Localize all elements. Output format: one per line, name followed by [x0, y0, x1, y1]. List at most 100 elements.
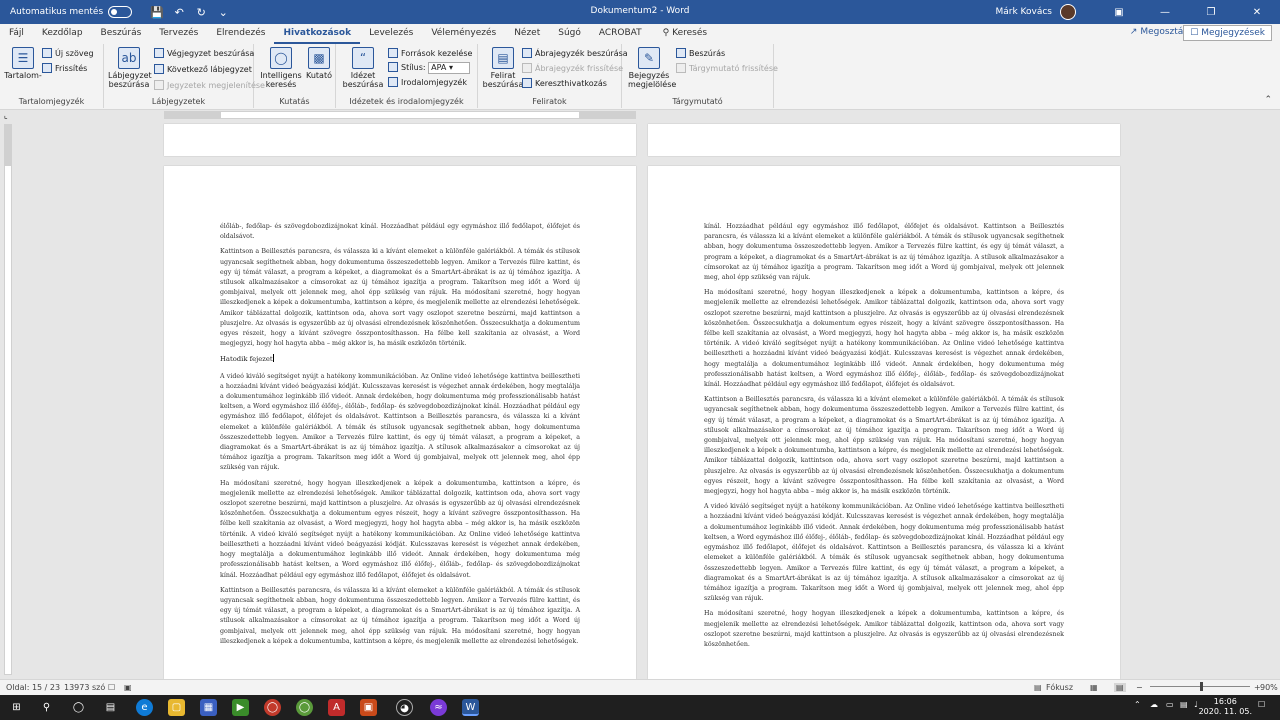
messenger-icon[interactable]: ≈	[430, 699, 447, 716]
customize-toolbar-icon[interactable]: ⌄	[212, 6, 234, 19]
collapse-ribbon-icon[interactable]: ⌃	[1264, 95, 1272, 105]
focus-mode-button[interactable]: Fókusz	[1046, 683, 1073, 692]
insert-endnote-button[interactable]: Végjegyzet beszúrása	[154, 48, 254, 60]
chrome-variant-icon[interactable]: ◯	[296, 699, 313, 716]
user-name[interactable]: Márk Kovács	[996, 7, 1053, 17]
search-icon: ⚲	[662, 28, 670, 38]
zoom-level[interactable]: 90%	[1260, 683, 1278, 692]
zoom-out-icon[interactable]: −	[1136, 683, 1143, 692]
show-notes-button[interactable]: Jegyzetek megjelenítése	[154, 80, 265, 92]
task-view-icon[interactable]: ▤	[102, 699, 119, 716]
avatar[interactable]	[1060, 4, 1076, 20]
smart-lookup-button[interactable]: ◯ Intelligens keresés	[260, 47, 302, 89]
cross-reference-button[interactable]: Kereszthivatkozás	[522, 78, 607, 90]
share-label: Megosztás	[1140, 27, 1188, 37]
vertical-ruler[interactable]	[4, 165, 12, 675]
search-label: Keresés	[672, 28, 708, 38]
notification-icon[interactable]: ☐	[1258, 700, 1265, 709]
volume-icon[interactable]: ♩	[1194, 700, 1198, 709]
print-layout-icon[interactable]: ▤	[1114, 683, 1126, 692]
disk-app-icon[interactable]: ▦	[200, 699, 217, 716]
windows-start-icon[interactable]: ⊞	[8, 699, 25, 716]
chrome-icon[interactable]: ◯	[264, 699, 281, 716]
toc-button[interactable]: ☰ Tartalom-	[2, 47, 44, 80]
add-text-button[interactable]: Új szöveg	[42, 48, 94, 60]
comments-button[interactable]: ☐ Megjegyzések	[1183, 25, 1272, 41]
group-label-citations: Idézetek és irodalomjegyzék	[349, 97, 464, 106]
tab-view[interactable]: Nézet	[505, 25, 549, 44]
insert-index-button[interactable]: Beszúrás	[676, 48, 725, 60]
tab-references[interactable]: Hivatkozások	[274, 25, 361, 44]
mark-entry-label: Bejegyzés megjelölése	[628, 71, 677, 89]
insert-citation-button[interactable]: “ Idézet beszúrása	[342, 47, 384, 89]
paragraph: Kattintson a Beillesztés parancsra, és v…	[220, 586, 580, 645]
edge-browser-icon[interactable]: e	[136, 699, 153, 716]
network-icon[interactable]: ▤	[1180, 700, 1188, 709]
file-explorer-icon[interactable]: ▢	[168, 699, 185, 716]
insert-caption-button[interactable]: ▤ Felirat beszúrása	[482, 47, 524, 89]
page-count[interactable]: Oldal: 15 / 23	[6, 683, 60, 692]
tray-chevron-icon[interactable]: ⌃	[1134, 700, 1141, 709]
citation-style-value: APA	[431, 63, 447, 72]
next-footnote-button[interactable]: Következő lábjegyzet	[154, 64, 252, 76]
group-research: ◯ Intelligens keresés ▩ Kutató Kutatás	[254, 44, 336, 108]
macro-icon[interactable]: ▣	[124, 683, 132, 692]
ribbon: ☰ Tartalom- Új szöveg Frissítés Tartalomj…	[0, 44, 1280, 110]
show-notes-label: Jegyzetek megjelenítése	[167, 81, 265, 90]
zoom-slider-thumb[interactable]	[1200, 682, 1203, 691]
insert-tof-button[interactable]: Ábrajegyzék beszúrása	[522, 48, 628, 60]
bibliography-button[interactable]: Irodalomjegyzék	[388, 77, 467, 89]
researcher-button[interactable]: ▩ Kutató	[298, 47, 340, 80]
restore-icon[interactable]: ❐	[1188, 7, 1234, 18]
autosave-toggle[interactable]	[108, 6, 133, 18]
citation-style-select[interactable]: APA ▾	[428, 62, 471, 74]
citation-icon: “	[352, 47, 374, 69]
media-app-icon[interactable]: ▶	[232, 699, 249, 716]
page-right[interactable]: kínál. Hozzáadhat például egy egymáshoz …	[648, 166, 1120, 679]
close-icon[interactable]: ✕	[1234, 7, 1280, 18]
page-left[interactable]: élőláb-, fedőlap- és szövegdobozdizájnok…	[164, 166, 636, 679]
read-mode-icon[interactable]: ▦	[1090, 683, 1098, 692]
update-index-button[interactable]: Tárgymutató frissítése	[676, 63, 778, 75]
system-clock[interactable]: 16:06 2020. 11. 05.	[1199, 697, 1252, 717]
tab-layout[interactable]: Elrendezés	[207, 25, 274, 44]
footnote-icon: ab	[118, 47, 140, 69]
search-box[interactable]: ⚲ Keresés	[657, 25, 713, 44]
battery-icon[interactable]: ▭	[1166, 700, 1174, 709]
researcher-icon: ▩	[308, 47, 330, 69]
office-app-icon[interactable]: ▣	[360, 699, 377, 716]
comment-icon: ☐	[1190, 28, 1199, 38]
tab-design[interactable]: Tervezés	[150, 25, 207, 44]
researcher-label: Kutató	[306, 71, 332, 80]
tab-mailings[interactable]: Levelezés	[360, 25, 422, 44]
word-count[interactable]: 13973 szó	[64, 683, 105, 692]
manage-sources-button[interactable]: Források kezelése	[388, 48, 472, 60]
tab-selector-icon[interactable]: ⌞	[4, 111, 8, 120]
page-left-body: élőláb-, fedőlap- és szövegdobozdizájnok…	[220, 222, 580, 652]
gauge-app-icon[interactable]: ◕	[396, 699, 413, 716]
word-taskbar-icon[interactable]: W	[462, 699, 479, 716]
tab-help[interactable]: Súgó	[549, 25, 590, 44]
tab-home[interactable]: Kezdőlap	[33, 25, 92, 44]
cloud-icon[interactable]: ☁	[1150, 700, 1158, 709]
cortana-icon[interactable]: ◯	[70, 699, 87, 716]
undo-icon[interactable]: ↶	[168, 6, 190, 19]
horizontal-ruler[interactable]	[164, 111, 636, 119]
update-toc-button[interactable]: Frissítés	[42, 63, 87, 75]
insert-footnote-button[interactable]: ab Lábjegyzet beszúrása	[108, 47, 152, 89]
acrobat-icon[interactable]: A	[328, 699, 345, 716]
tab-review[interactable]: Véleményezés	[422, 25, 505, 44]
ribbon-display-icon[interactable]: ▣	[1096, 7, 1142, 18]
save-icon[interactable]: 💾	[146, 6, 168, 19]
tab-file[interactable]: Fájl	[0, 25, 33, 44]
tab-insert[interactable]: Beszúrás	[92, 25, 151, 44]
tab-acrobat[interactable]: ACROBAT	[590, 25, 651, 44]
search-icon[interactable]: ⚲	[38, 699, 55, 716]
mark-entry-button[interactable]: ✎ Bejegyzés megjelölése	[628, 47, 676, 89]
status-bar: Oldal: 15 / 23 13973 szó ☐ ▣ ▤ Fókusz ▦ …	[0, 679, 1280, 695]
redo-icon[interactable]: ↻	[190, 6, 212, 19]
proofing-icon[interactable]: ☐	[108, 683, 115, 692]
paragraph: Kattintson a Beillesztés parancsra, és v…	[220, 248, 580, 348]
update-tof-button[interactable]: Ábrajegyzék frissítése	[522, 63, 623, 75]
minimize-icon[interactable]: —	[1142, 7, 1188, 18]
